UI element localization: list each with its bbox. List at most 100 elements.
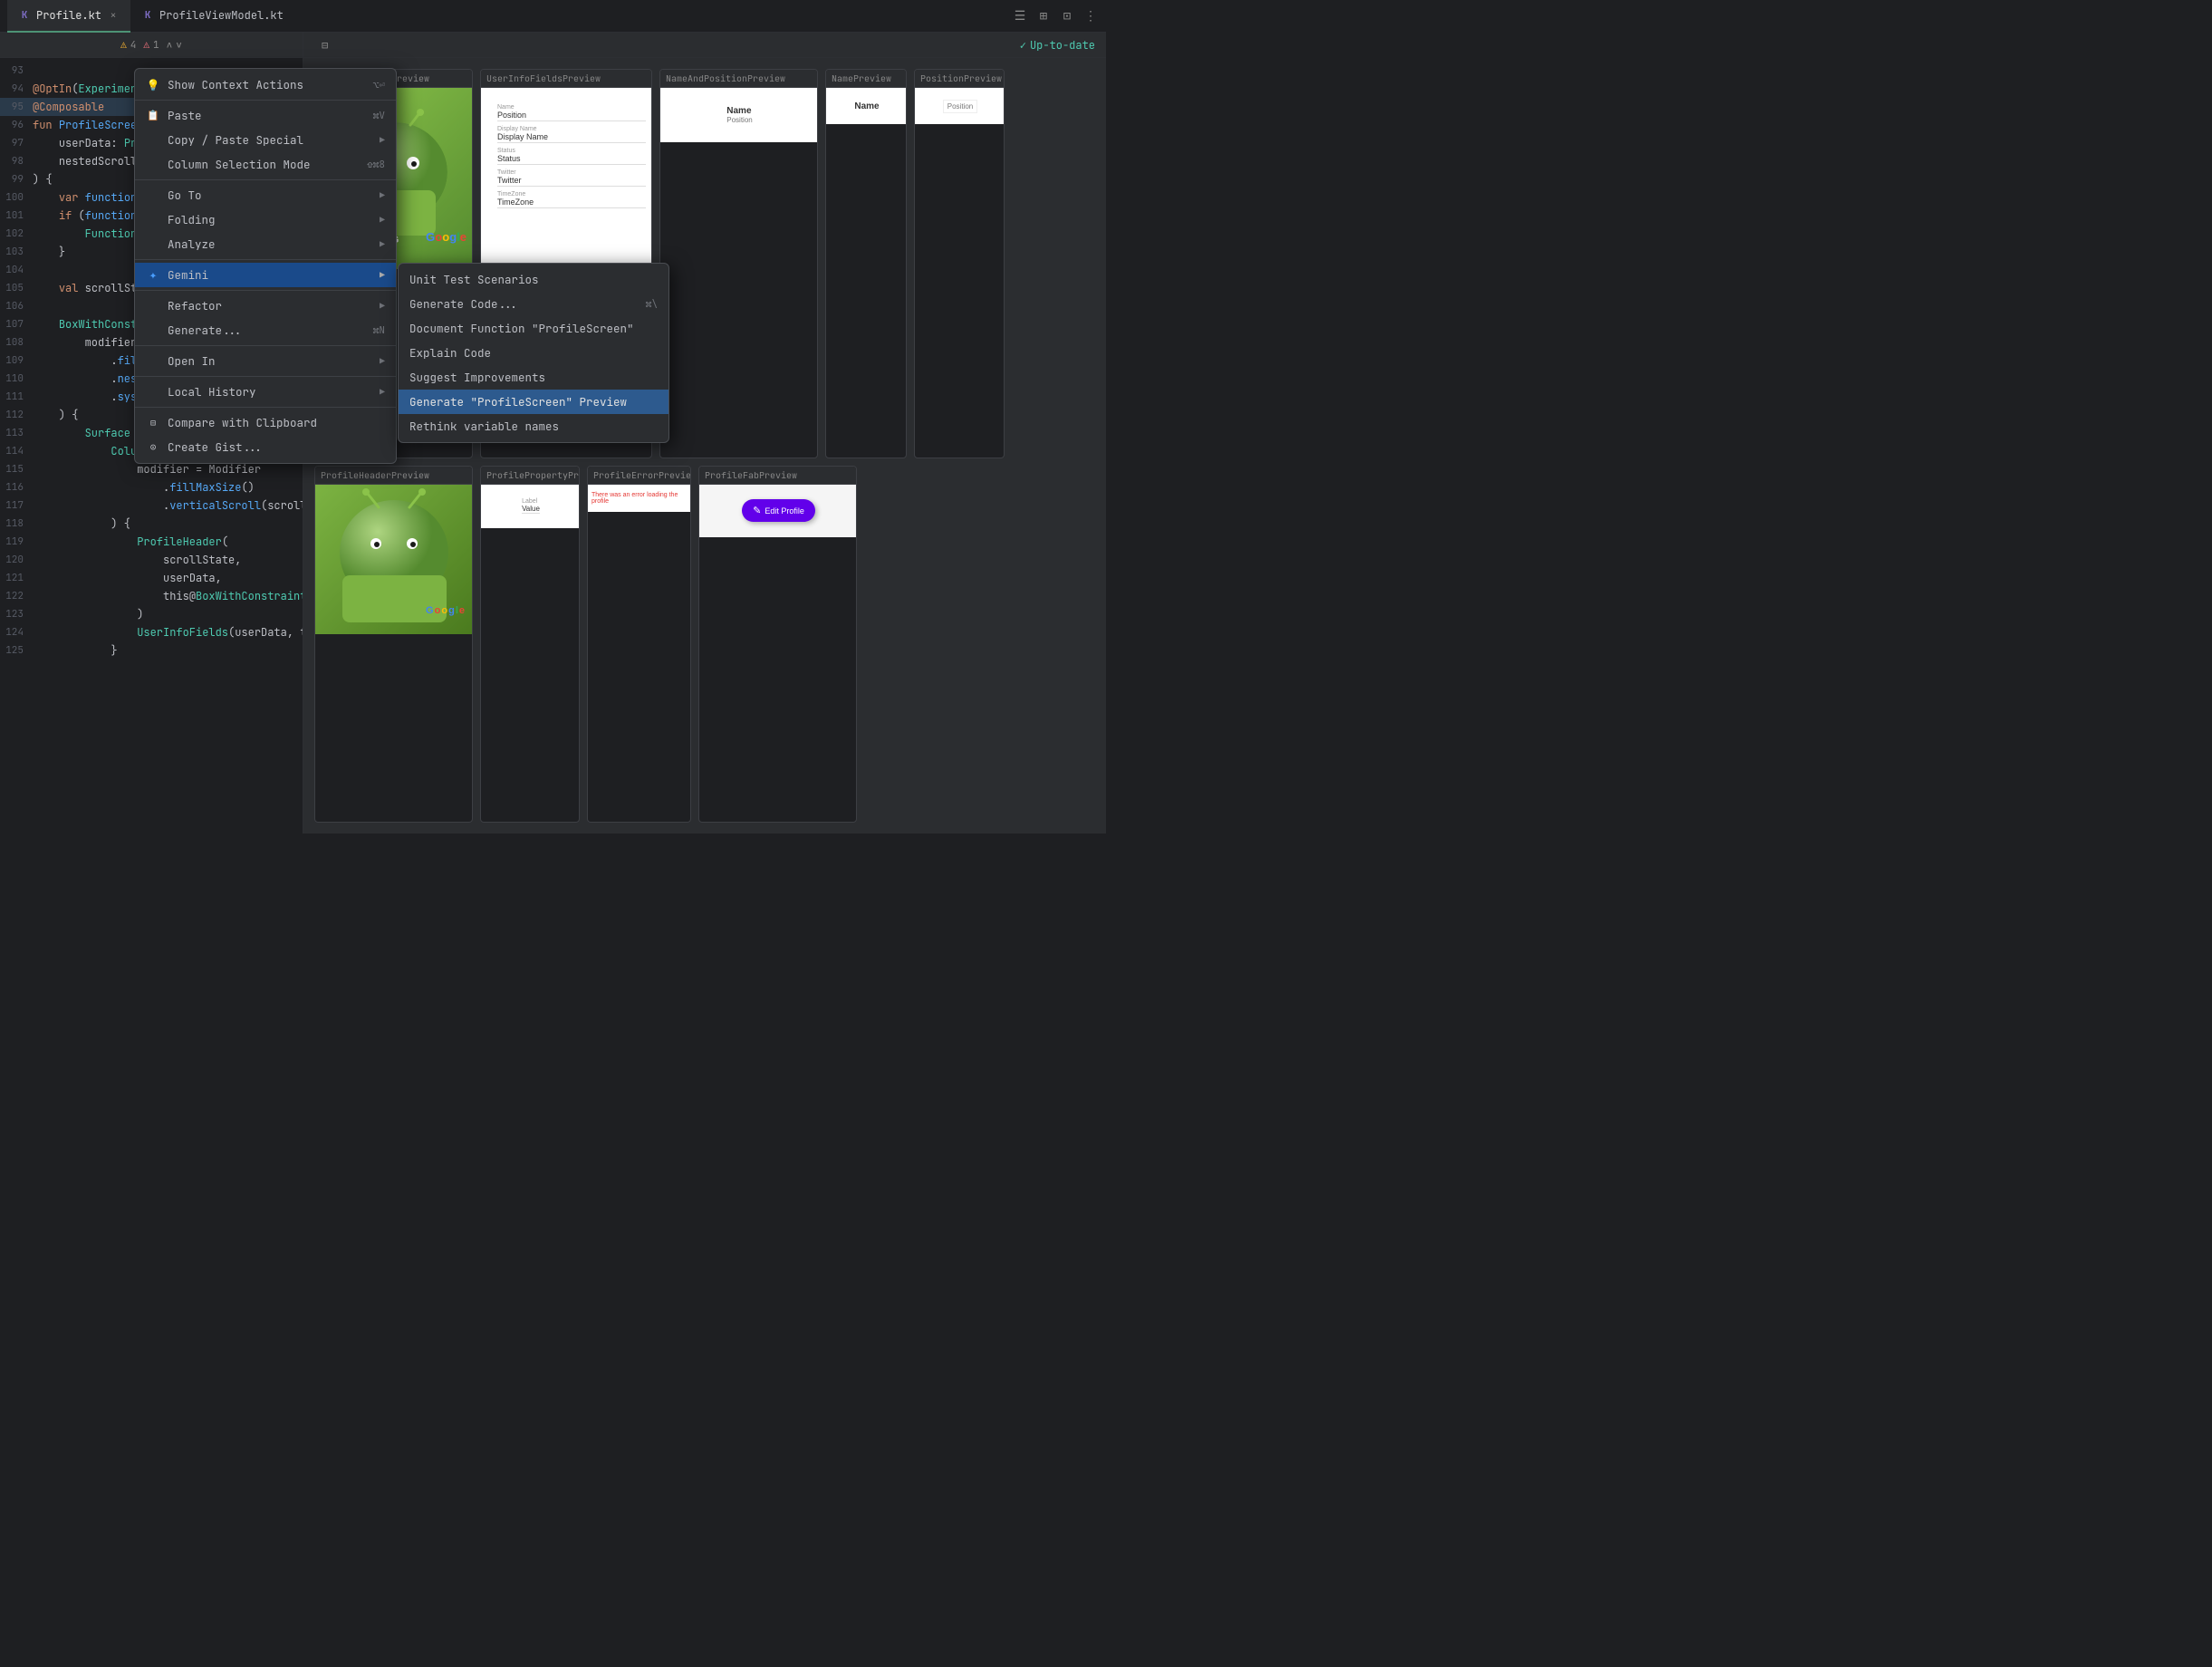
code-line-121: 121 userData, <box>0 569 303 587</box>
field-timezone: TimeZone TimeZone <box>497 191 646 208</box>
gemini-star-icon: ✦ <box>146 268 160 283</box>
refactor-icon <box>146 299 160 313</box>
menu-item-refactor[interactable]: Refactor ▶ <box>135 294 396 318</box>
menu-item-analyze[interactable]: Analyze ▶ <box>135 232 396 256</box>
menu-item-label-generate: Generate... <box>168 323 366 338</box>
preview-card-name-pos: NameAndPositionPreview Name Position <box>659 69 818 458</box>
menu-item-copy-paste-special[interactable]: Copy / Paste Special ▶ <box>135 128 396 152</box>
close-panel-icon[interactable]: ⊡ <box>1059 8 1075 24</box>
submenu-item-suggest-improvements[interactable]: Suggest Improvements <box>399 365 668 390</box>
code-line-119: 119 ProfileHeader( <box>0 533 303 551</box>
menu-item-compare-clipboard[interactable]: ⊟ Compare with Clipboard <box>135 410 396 435</box>
preview-toggle[interactable]: ⊟ <box>322 38 328 53</box>
menu-item-show-context-actions[interactable]: 💡 Show Context Actions ⌥⏎ <box>135 72 396 97</box>
hamburger-icon[interactable]: ☰ <box>1012 8 1028 24</box>
preview-card-content-error: There was an error loading the profile <box>588 485 691 512</box>
submenu-shortcut-generate-code: ⌘\ <box>646 298 658 311</box>
menu-item-shortcut-generate: ⌘N <box>373 324 385 337</box>
submenu-item-generate-code[interactable]: Generate Code... ⌘\ <box>399 292 668 316</box>
preview-card-title-error: ProfileErrorPreview <box>588 467 690 485</box>
nav-down[interactable]: ∨ <box>176 39 182 52</box>
menu-separator-2 <box>135 179 396 180</box>
menu-item-label-gemini: Gemini <box>168 267 372 283</box>
code-line-125: 125 } <box>0 641 303 660</box>
error-icon: ⚠ <box>143 39 149 52</box>
submenu-label-rethink-names: Rethink variable names <box>409 419 658 434</box>
menu-item-open-in[interactable]: Open In ▶ <box>135 349 396 373</box>
menu-separator-6 <box>135 376 396 377</box>
compare-icon: ⊟ <box>146 416 160 430</box>
tab-close-button[interactable]: ✕ <box>107 9 120 22</box>
tab-profile-kt[interactable]: K Profile.kt ✕ <box>7 0 130 33</box>
open-in-arrow-icon: ▶ <box>380 355 385 367</box>
tab-profileviewmodel-kt[interactable]: K ProfileViewModel.kt <box>130 0 294 33</box>
preview-card-property: ProfilePropertyPreview Label Value <box>480 466 580 824</box>
menu-separator-5 <box>135 345 396 346</box>
copy-paste-arrow-icon: ▶ <box>380 134 385 146</box>
menu-item-gemini[interactable]: ✦ Gemini ▶ Unit Test Scenarios Generate … <box>135 263 396 287</box>
code-line-123: 123 ) <box>0 605 303 623</box>
generate-icon <box>146 323 160 338</box>
tab-bar-actions: ☰ ⊞ ⊡ ⋮ <box>1012 8 1099 24</box>
tab-label-2: ProfileViewModel.kt <box>159 8 284 23</box>
menu-item-local-history[interactable]: Local History ▶ <box>135 380 396 404</box>
submenu-item-unit-test[interactable]: Unit Test Scenarios <box>399 267 668 292</box>
bulb-icon: 💡 <box>146 78 160 92</box>
preview-card-title-fab: ProfileFabPreview <box>699 467 856 485</box>
preview-card-title-position: PositionPreview <box>915 70 1004 88</box>
menu-separator-1 <box>135 100 396 101</box>
tab-bar: K Profile.kt ✕ K ProfileViewModel.kt ☰ ⊞… <box>0 0 1106 33</box>
submenu-label-generate-code: Generate Code... <box>409 296 639 312</box>
menu-item-shortcut-show-context-actions: ⌥⏎ <box>373 79 385 92</box>
preview-card-content-user-info: Name Position Display Name Display Name … <box>481 88 652 269</box>
gemini-submenu: Unit Test Scenarios Generate Code... ⌘\ … <box>398 263 669 443</box>
menu-item-create-gist[interactable]: ⊙ Create Gist... <box>135 435 396 459</box>
user-info-fields: Name Position Display Name Display Name … <box>490 97 652 220</box>
gemini-arrow-icon: ▶ <box>380 269 385 281</box>
split-icon[interactable]: ⊞ <box>1035 8 1052 24</box>
preview-card-content-name: Name <box>826 88 907 124</box>
nav-up[interactable]: ∧ <box>167 39 173 52</box>
context-menu: 💡 Show Context Actions ⌥⏎ 📋 Paste ⌘V Cop… <box>134 68 397 464</box>
paste-icon: 📋 <box>146 109 160 123</box>
analyze-arrow-icon: ▶ <box>380 238 385 250</box>
menu-item-go-to[interactable]: Go To ▶ <box>135 183 396 207</box>
menu-item-label-compare-clipboard: Compare with Clipboard <box>168 415 385 430</box>
code-line-122: 122 this@BoxWithConstraints.maxHeight <box>0 587 303 605</box>
submenu-label-document-function: Document Function "ProfileScreen" <box>409 321 658 336</box>
warning-count: 4 <box>130 39 137 52</box>
submenu-item-document-function[interactable]: Document Function "ProfileScreen" <box>399 316 668 341</box>
submenu-item-explain-code[interactable]: Explain Code <box>399 341 668 365</box>
submenu-item-generate-preview[interactable]: Generate "ProfileScreen" Preview <box>399 390 668 414</box>
menu-item-shortcut-column-selection: ⇧⌘8 <box>367 159 385 171</box>
preview-card-title-profile-header: ProfileHeaderPreview <box>315 467 472 485</box>
local-history-arrow-icon: ▶ <box>380 386 385 398</box>
menu-item-generate[interactable]: Generate... ⌘N <box>135 318 396 342</box>
submenu-item-rethink-names[interactable]: Rethink variable names <box>399 414 668 438</box>
preview-card-title-property: ProfilePropertyPreview <box>481 467 579 485</box>
go-to-icon <box>146 188 160 203</box>
copy-icon <box>146 133 160 148</box>
menu-item-paste[interactable]: 📋 Paste ⌘V <box>135 103 396 128</box>
preview-card-content-position: Position <box>915 88 1005 124</box>
preview-card-content-property: Label Value <box>481 485 580 528</box>
error-count: 1 <box>153 39 159 52</box>
menu-item-folding[interactable]: Folding ▶ <box>135 207 396 232</box>
preview-card-title-name: NamePreview <box>826 70 906 88</box>
field-name: Name Position <box>497 104 646 121</box>
open-in-icon <box>146 354 160 369</box>
history-icon <box>146 385 160 400</box>
tab-label: Profile.kt <box>36 8 101 23</box>
preview-card-content-name-pos: Name Position <box>660 88 818 142</box>
code-line-117: 117 .verticalScroll(scrollState), <box>0 496 303 515</box>
code-line-118: 118 ) { <box>0 515 303 533</box>
field-twitter: Twitter Twitter <box>497 169 646 187</box>
submenu-label-explain-code: Explain Code <box>409 345 658 361</box>
preview-card-position: PositionPreview Position <box>914 69 1005 458</box>
menu-item-column-selection[interactable]: Column Selection Mode ⇧⌘8 <box>135 152 396 177</box>
preview-card-error: ProfileErrorPreview There was an error l… <box>587 466 691 824</box>
more-icon[interactable]: ⋮ <box>1082 8 1099 24</box>
up-to-date-label: Up-to-date <box>1030 38 1095 53</box>
menu-item-label-show-context-actions: Show Context Actions <box>168 77 366 92</box>
menu-item-label-copy-paste-special: Copy / Paste Special <box>168 132 372 148</box>
